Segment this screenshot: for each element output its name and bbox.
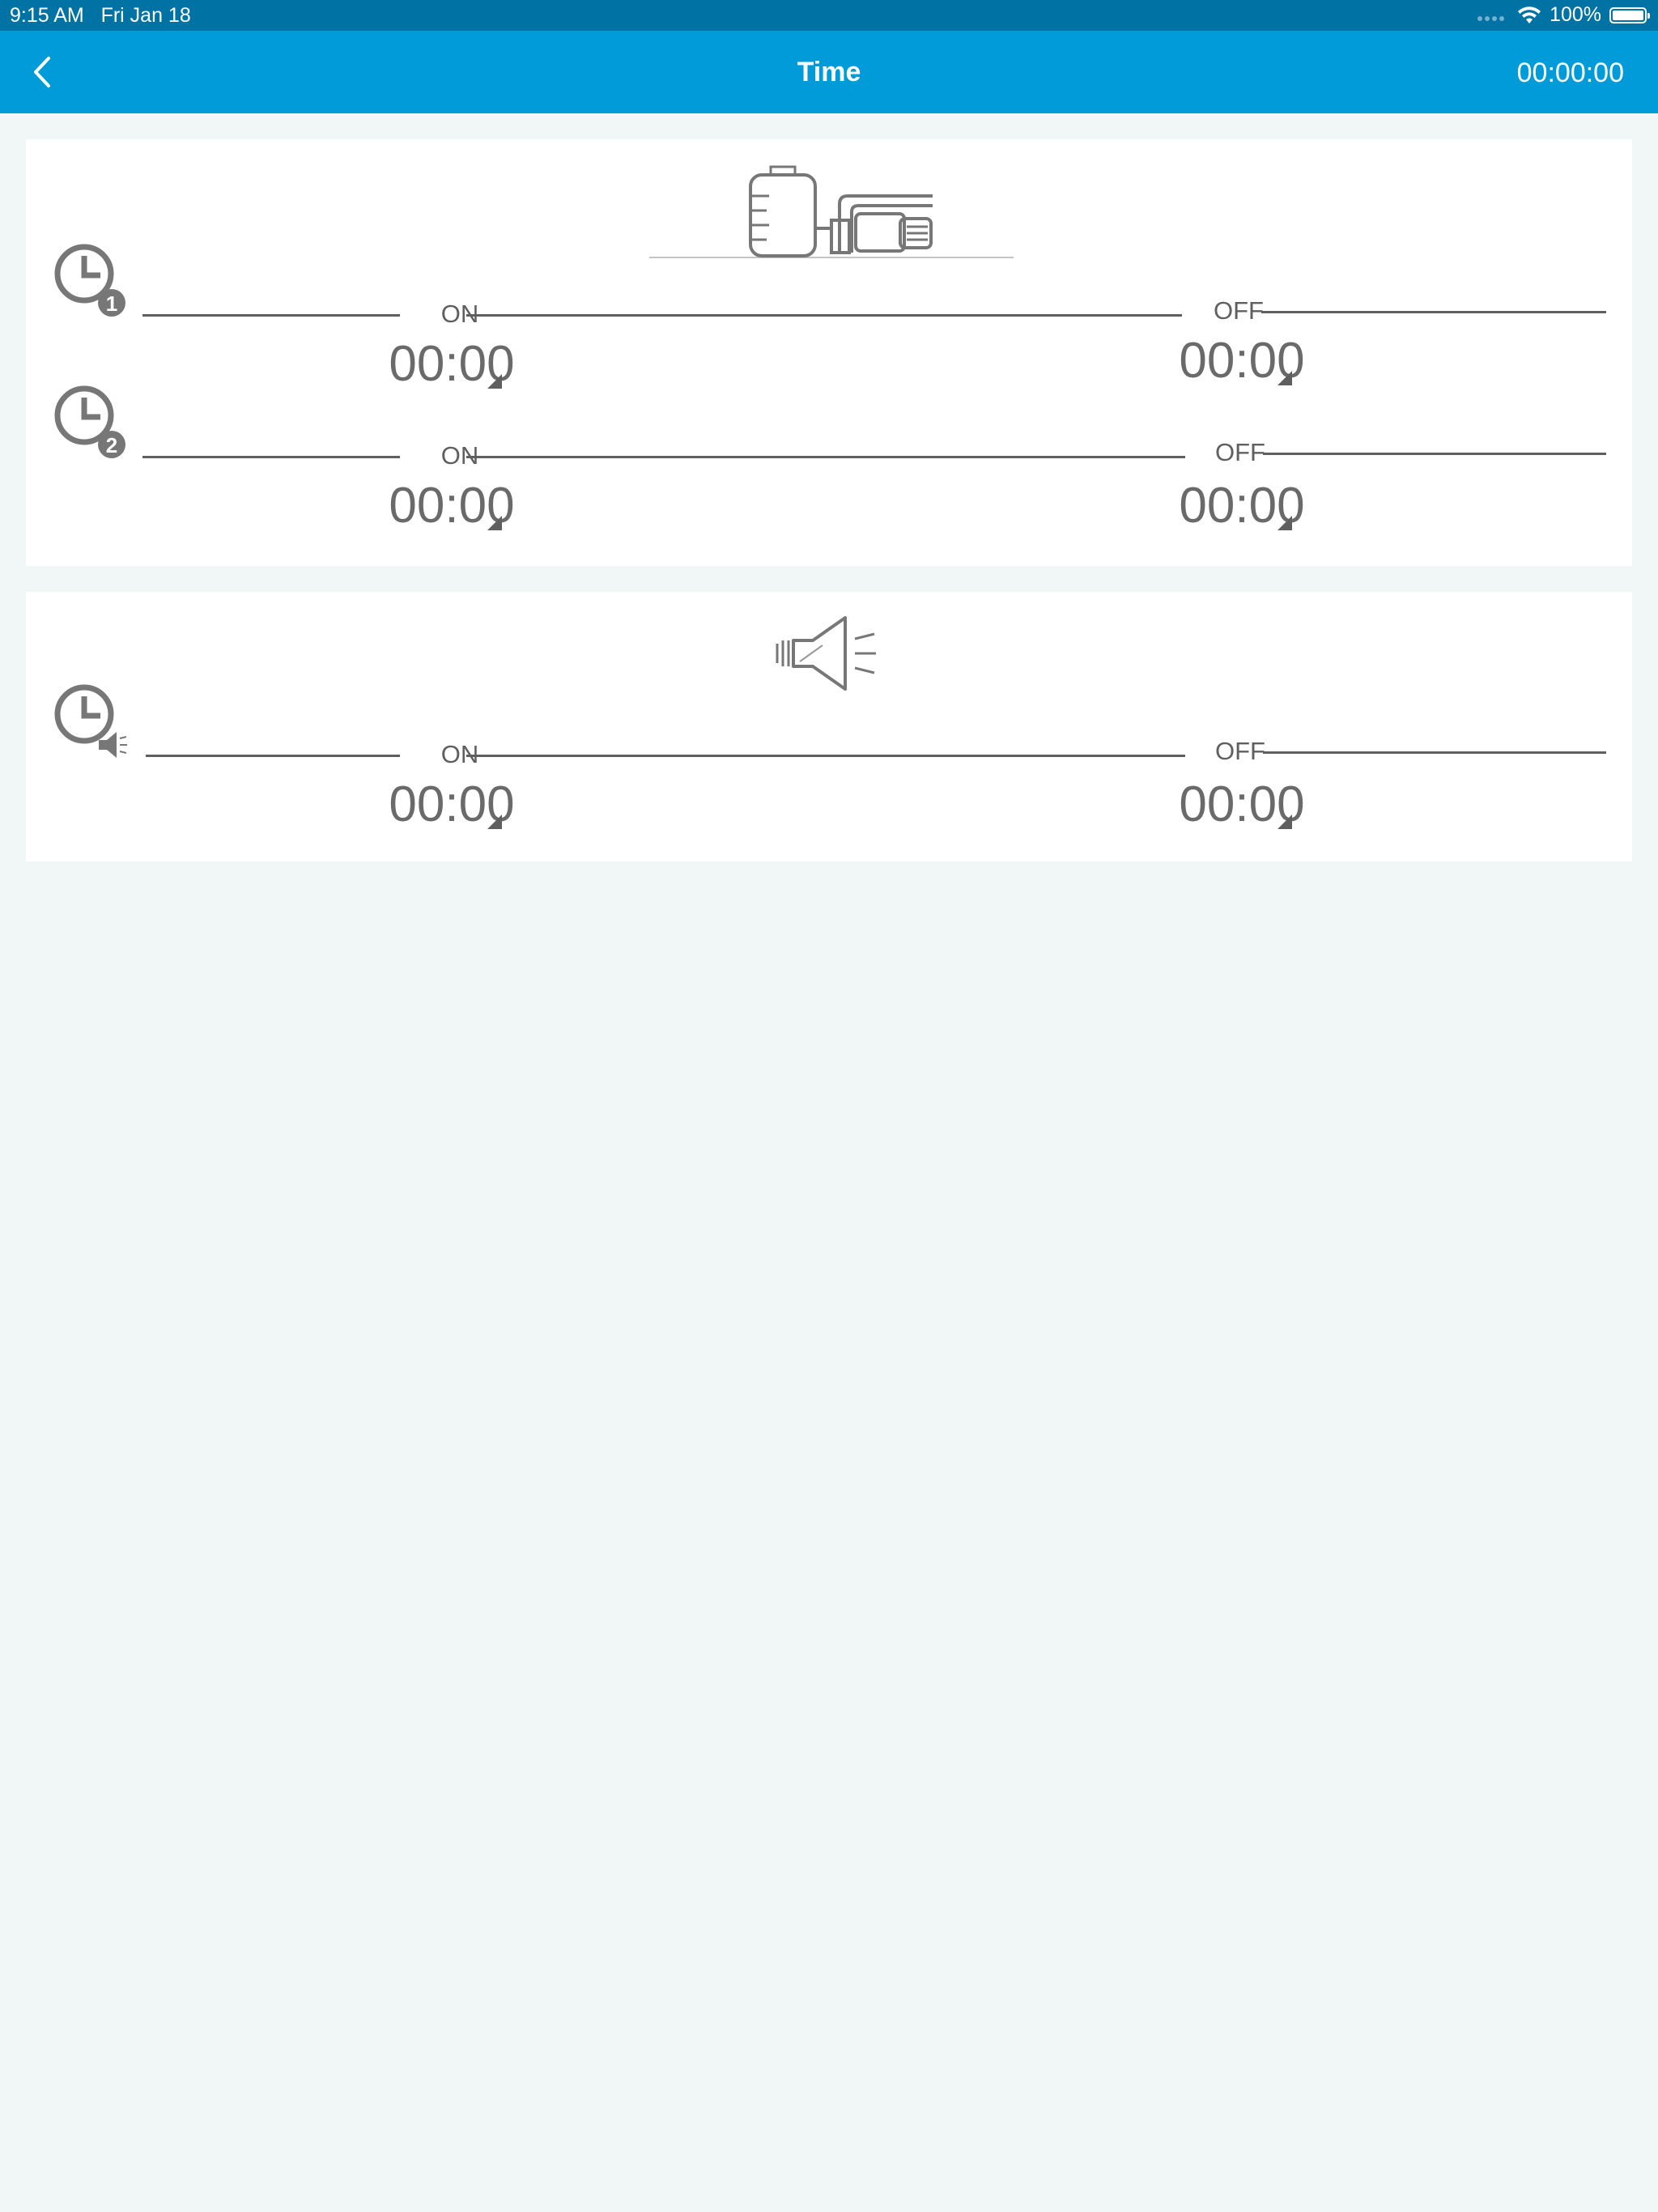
status-bar: 9:15 AM Fri Jan 18 100% [0, 0, 1658, 31]
timer-2-badge: 2 [106, 433, 117, 457]
horn-off-time[interactable]: 00:00 [1153, 776, 1331, 833]
timer-1-line-left [142, 314, 400, 317]
battery-icon [1609, 6, 1650, 23]
timer-2-line-left [142, 456, 400, 458]
battery-fill [1613, 10, 1643, 20]
horn-line-right [1263, 751, 1606, 754]
cellular-signal-icon [1477, 10, 1505, 21]
timer-1-badge: 1 [106, 291, 117, 316]
horn-timer-card: ON OFF 00:00 00:00 [26, 592, 1632, 861]
status-time-date: 9:15 AM Fri Jan 18 [10, 4, 191, 28]
horn-on-dropdown-icon[interactable] [487, 815, 502, 829]
timer-1-line-right [1261, 311, 1606, 313]
timer-1-line-mid [466, 314, 1182, 317]
timer-2-clock-icon: 2 [54, 385, 125, 458]
timer-2-line-right [1263, 453, 1606, 455]
timer-2-off-dropdown-icon[interactable] [1278, 516, 1292, 530]
timer-2-on-dropdown-icon[interactable] [487, 516, 502, 530]
horn-timer-clock-icon [54, 684, 127, 758]
horn-timer-row: ON OFF 00:00 00:00 [26, 678, 1632, 832]
nav-bar: Time 00:00:00 [0, 31, 1658, 113]
timer-1-clock-icon: 1 [54, 244, 125, 317]
status-time: 9:15 AM [10, 4, 84, 27]
horn-off-dropdown-icon[interactable] [1278, 815, 1292, 829]
status-date: Fri Jan 18 [100, 4, 191, 27]
device-clock: 00:00:00 [1516, 57, 1624, 88]
page-title: Time [797, 57, 861, 87]
timer-2-off-time[interactable]: 00:00 [1153, 477, 1331, 534]
timer-2-on-time[interactable]: 00:00 [363, 477, 541, 534]
battery-percent: 100% [1550, 3, 1601, 26]
horn-line-mid [466, 755, 1185, 757]
pump-timer-row-2: 2 ON OFF 00:00 00:00 [26, 380, 1632, 534]
timer-2-line-mid [466, 456, 1185, 458]
status-right: 100% [1477, 3, 1650, 27]
pump-timer-row-1: 1 ON OFF 00:00 00:00 [26, 238, 1632, 392]
horn-line-left [146, 755, 400, 757]
wifi-icon [1518, 6, 1541, 23]
horn-on-time[interactable]: 00:00 [363, 776, 541, 833]
pump-timer-card: 1 ON OFF 00:00 00:00 2 ON OFF 00:00 00:0… [26, 139, 1632, 566]
